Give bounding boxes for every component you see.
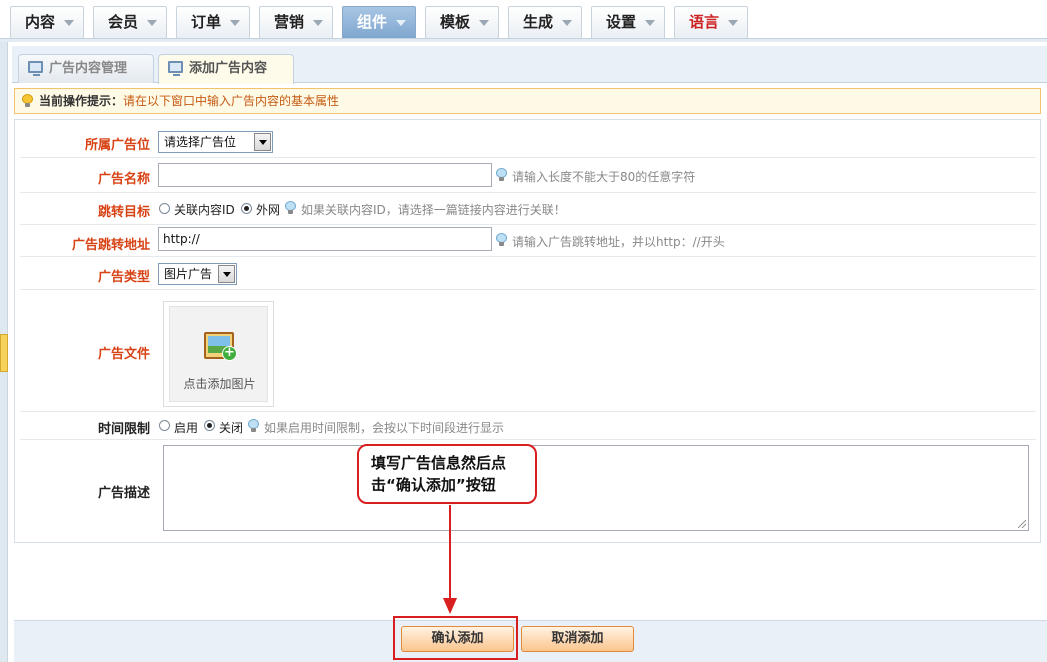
type-label: 广告类型: [97, 270, 150, 285]
url-hint: 请输入广告跳转地址，并以http：//开头: [496, 233, 725, 250]
ad-type-value: 图片广告: [164, 267, 213, 281]
nav-tab-label: 模板: [440, 13, 471, 31]
nav-tab-label: 订单: [191, 13, 222, 31]
form-row-file: 广告文件 + 点击添加图片: [20, 290, 1036, 412]
radio-external[interactable]: [241, 203, 252, 214]
chevron-down-icon: [479, 20, 489, 26]
lightbulb-icon: [22, 94, 33, 108]
info-bulb-icon: [285, 201, 296, 215]
chevron-down-icon: [313, 20, 323, 26]
ad-position-select[interactable]: 请选择广告位: [158, 131, 273, 153]
url-label: 广告跳转地址: [71, 238, 150, 253]
chevron-down-icon: [645, 20, 655, 26]
nav-tab-label: 设置: [606, 13, 637, 31]
dropdown-arrow-icon: [254, 133, 271, 151]
arrow-down-icon: [443, 598, 457, 614]
description-label: 广告描述: [97, 486, 150, 501]
time-enable-label: 启用: [174, 421, 199, 435]
tab-add-ad-content[interactable]: 添加广告内容: [158, 54, 294, 84]
nav-tab-label: 内容: [25, 13, 56, 31]
form-row-target: 跳转目标 关联内容ID 外网 如果关联内容ID，请选择一篇链接内容进行关联！: [20, 193, 1036, 225]
nav-tab-generate[interactable]: 生成: [508, 6, 582, 38]
callout-arrow-line: [449, 505, 451, 605]
info-bulb-icon: [496, 233, 507, 247]
form-row-time-limit: 时间限制 启用 关闭 如果启用时间限制，会按以下时间段进行显示: [20, 412, 1036, 440]
nav-tab-language[interactable]: 语言: [674, 6, 748, 38]
radio-time-enable[interactable]: [159, 420, 170, 431]
tip-title: 当前操作提示：: [39, 94, 124, 108]
ad-name-input[interactable]: [158, 163, 492, 187]
time-disable-label: 关闭: [219, 421, 244, 435]
info-bulb-icon: [248, 419, 259, 433]
chevron-down-icon: [147, 20, 157, 26]
radio-time-disable[interactable]: [204, 420, 215, 431]
form-row-type: 广告类型 图片广告: [20, 257, 1036, 290]
tab-label: 添加广告内容: [189, 61, 268, 76]
hint-text: 请输入广告跳转地址，并以http：//开头: [512, 235, 725, 249]
upload-inner: + 点击添加图片: [169, 306, 268, 402]
radio-related-id[interactable]: [159, 203, 170, 214]
tip-text: 请在以下窗口中输入广告内容的基本属性: [123, 94, 340, 108]
resize-grip-icon[interactable]: [1018, 520, 1026, 528]
nav-tab-label: 语言: [689, 13, 720, 31]
nav-tab-label: 组件: [357, 13, 388, 31]
nav-tab-content[interactable]: 内容: [10, 6, 84, 38]
chevron-down-icon: [230, 20, 240, 26]
nav-tab-label: 生成: [523, 13, 554, 31]
name-label: 广告名称: [97, 172, 150, 187]
target-hint: 如果关联内容ID，请选择一篇链接内容进行关联！: [285, 201, 566, 218]
ad-type-select[interactable]: 图片广告: [158, 263, 237, 285]
hint-text: 如果关联内容ID，请选择一篇链接内容进行关联！: [301, 203, 566, 217]
instruction-callout: 填写广告信息然后点 击“确认添加”按钮: [357, 444, 537, 504]
nav-tab-orders[interactable]: 订单: [176, 6, 250, 38]
nav-tab-templates[interactable]: 模板: [425, 6, 499, 38]
chevron-down-icon: [64, 20, 74, 26]
subtab-bar: 广告内容管理 添加广告内容: [12, 46, 1047, 84]
hint-text: 如果启用时间限制，会按以下时间段进行显示: [264, 421, 505, 435]
nav-tab-label: 营销: [274, 13, 305, 31]
info-bulb-icon: [496, 168, 507, 182]
callout-line-1: 填写广告信息然后点: [371, 454, 507, 472]
ad-url-input[interactable]: http://: [158, 227, 492, 251]
chevron-down-icon: [728, 20, 738, 26]
time-limit-label: 时间限制: [97, 422, 150, 437]
operation-tip: 当前操作提示：请在以下窗口中输入广告内容的基本属性: [14, 88, 1041, 114]
nav-tab-label: 会员: [108, 13, 139, 31]
top-navigation: 内容 会员 订单 营销 组件 模板 生成 设置 语言: [0, 0, 1047, 42]
form-row-name: 广告名称 请输入长度不能大于80的任意字符: [20, 158, 1036, 193]
target-label: 跳转目标: [97, 205, 150, 220]
ad-position-value: 请选择广告位: [164, 135, 237, 149]
callout-line-2: 击“确认添加”按钮: [371, 476, 496, 494]
add-image-icon: +: [204, 332, 237, 361]
chevron-down-icon: [562, 20, 572, 26]
nav-divider: [0, 38, 1047, 42]
hint-text: 请输入长度不能大于80的任意字符: [512, 170, 696, 184]
sidebar-toggle-handle[interactable]: [0, 334, 8, 372]
ad-description-textarea[interactable]: [163, 445, 1029, 531]
nav-tab-settings[interactable]: 设置: [591, 6, 665, 38]
monitor-icon: [168, 61, 183, 76]
tab-ad-content-manage[interactable]: 广告内容管理: [18, 54, 154, 83]
position-label: 所属广告位: [84, 138, 150, 153]
cancel-add-button[interactable]: 取消添加: [521, 626, 634, 652]
tab-label: 广告内容管理: [49, 61, 128, 76]
upload-text: 点击添加图片: [183, 377, 256, 391]
form-row-position: 所属广告位 请选择广告位: [20, 124, 1036, 158]
time-limit-hint: 如果启用时间限制，会按以下时间段进行显示: [248, 419, 504, 436]
nav-tab-marketing[interactable]: 营销: [259, 6, 333, 38]
dropdown-arrow-icon: [218, 265, 235, 283]
file-label: 广告文件: [97, 347, 150, 362]
name-hint: 请输入长度不能大于80的任意字符: [496, 168, 695, 185]
image-upload-box[interactable]: + 点击添加图片: [163, 301, 274, 407]
chevron-down-icon: [396, 20, 406, 26]
external-label: 外网: [256, 203, 281, 217]
confirm-highlight-box: [393, 616, 518, 660]
form-row-url: 广告跳转地址 http:// 请输入广告跳转地址，并以http：//开头: [20, 225, 1036, 257]
related-id-label: 关联内容ID: [174, 203, 235, 217]
monitor-icon: [28, 61, 43, 76]
nav-tab-members[interactable]: 会员: [93, 6, 167, 38]
nav-tab-components[interactable]: 组件: [342, 6, 416, 38]
